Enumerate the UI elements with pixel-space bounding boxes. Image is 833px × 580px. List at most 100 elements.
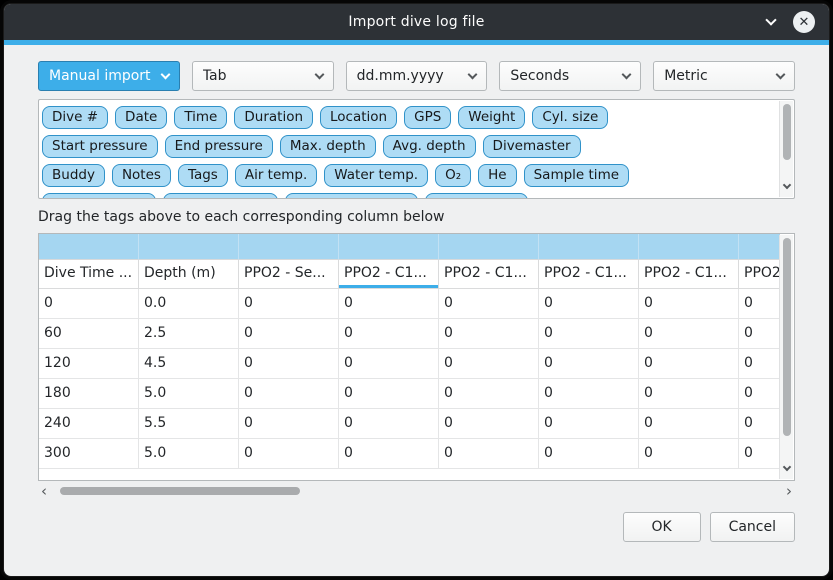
table-cell-r0-c7: 0 <box>739 289 780 319</box>
column-drop-zone-6[interactable] <box>639 234 739 260</box>
table-cell-r0-c0: 0 <box>39 289 139 319</box>
column-drop-zone-0[interactable] <box>39 234 139 260</box>
tag-dive[interactable]: Dive # <box>42 106 108 129</box>
column-header-0[interactable]: Dive Time ... <box>39 260 139 289</box>
table-cell-r0-c2: 0 <box>239 289 339 319</box>
tag-start-pressure[interactable]: Start pressure <box>42 135 158 158</box>
tag-row: Buddy Notes Tags Air temp. Water temp. O₂ He Sa… <box>42 164 774 187</box>
tag-max-depth[interactable]: Max. depth <box>280 135 376 158</box>
combo-duration-format-value: Seconds <box>510 68 569 84</box>
table-cell-r2-c1: 4.5 <box>139 349 239 379</box>
table-cell-r1-c4: 0 <box>439 319 539 349</box>
window-title: Import dive log file <box>348 14 484 30</box>
column-header-7[interactable]: PPO2 - C1... <box>739 260 780 289</box>
tag-he[interactable]: He <box>478 164 516 187</box>
column-drop-zone-4[interactable] <box>439 234 539 260</box>
combo-date-format[interactable]: dd.mm.yyyy <box>346 61 488 91</box>
combo-date-format-value: dd.mm.yyyy <box>357 68 444 84</box>
tag-date[interactable]: Date <box>115 106 167 129</box>
tag-gps[interactable]: GPS <box>404 106 451 129</box>
chevron-down-icon <box>622 70 632 80</box>
ok-button[interactable]: OK <box>623 512 701 542</box>
table-cell-r4-c2: 0 <box>239 409 339 439</box>
tag-pool-scrollbar[interactable] <box>779 101 793 197</box>
tag-avg-depth[interactable]: Avg. depth <box>383 135 476 158</box>
tag-sample-cns[interactable]: Sample CNS <box>425 193 528 199</box>
table-cell-r3-c0: 180 <box>39 379 139 409</box>
table-cell-r4-c0: 240 <box>39 409 139 439</box>
tag-o[interactable]: O₂ <box>435 164 471 187</box>
table-cell-r5-c7: 0 <box>739 439 780 469</box>
table-cell-r2-c0: 120 <box>39 349 139 379</box>
tag-row: Start pressure End pressure Max. depth Avg.… <box>42 135 774 158</box>
table-cell-r4-c4: 0 <box>439 409 539 439</box>
cancel-button[interactable]: Cancel <box>710 512 795 542</box>
combo-field-separator[interactable]: Tab <box>192 61 334 91</box>
chevron-down-icon <box>160 70 170 80</box>
table-cell-r4-c5: 0 <box>539 409 639 439</box>
table-cell-r3-c4: 0 <box>439 379 539 409</box>
tag-notes[interactable]: Notes <box>112 164 171 187</box>
titlebar[interactable]: Import dive log file ✕ <box>4 4 829 40</box>
tag-end-pressure[interactable]: End pressure <box>165 135 273 158</box>
chevron-down-icon <box>314 70 324 80</box>
table-cell-r5-c4: 0 <box>439 439 539 469</box>
combo-units-value: Metric <box>664 68 708 84</box>
scroll-right-icon[interactable]: › <box>783 484 795 498</box>
tag-sample-temp[interactable]: Sample temp. <box>163 193 278 199</box>
column-header-2[interactable]: PPO2 - Se... <box>239 260 339 289</box>
scroll-down-icon[interactable] <box>784 173 790 192</box>
tag-tags[interactable]: Tags <box>178 164 228 187</box>
table-cell-r5-c2: 0 <box>239 439 339 469</box>
chevron-down-icon <box>776 70 786 80</box>
column-header-3[interactable]: PPO2 - C1... <box>339 260 439 289</box>
table-cell-r2-c5: 0 <box>539 349 639 379</box>
horizontal-scrollbar-track[interactable] <box>50 486 783 496</box>
close-icon[interactable]: ✕ <box>793 11 815 33</box>
column-drop-zone-1[interactable] <box>139 234 239 260</box>
table-cell-r1-c1: 2.5 <box>139 319 239 349</box>
horizontal-scrollbar[interactable]: ‹ › <box>38 483 795 499</box>
tag-pool-scrollbar-thumb[interactable] <box>783 104 791 160</box>
table-cell-r4-c3: 0 <box>339 409 439 439</box>
tag-cyl-size[interactable]: Cyl. size <box>532 106 608 129</box>
table-cell-r3-c5: 0 <box>539 379 639 409</box>
column-header-5[interactable]: PPO2 - C1... <box>539 260 639 289</box>
tag-sample-depth[interactable]: Sample depth <box>42 193 156 199</box>
table-cell-r5-c0: 300 <box>39 439 139 469</box>
table-cell-r1-c6: 0 <box>639 319 739 349</box>
column-drop-zone-7[interactable] <box>739 234 780 260</box>
combo-import-mode[interactable]: Manual import <box>38 61 180 91</box>
combo-duration-format[interactable]: Seconds <box>499 61 641 91</box>
table-cell-r5-c3: 0 <box>339 439 439 469</box>
chevron-down-icon[interactable] <box>765 14 776 25</box>
table-cell-r0-c3: 0 <box>339 289 439 319</box>
table-scrollbar[interactable] <box>779 235 793 479</box>
tag-divemaster[interactable]: Divemaster <box>483 135 581 158</box>
column-header-4[interactable]: PPO2 - C1... <box>439 260 539 289</box>
tag-location[interactable]: Location <box>320 106 397 129</box>
column-drop-zone-3[interactable] <box>339 234 439 260</box>
tag-sample-time[interactable]: Sample time <box>524 164 629 187</box>
combo-units[interactable]: Metric <box>653 61 795 91</box>
column-drop-zone-2[interactable] <box>239 234 339 260</box>
table-scrollbar-thumb[interactable] <box>783 238 791 436</box>
column-header-1[interactable]: Depth (m) <box>139 260 239 289</box>
tag-air-temp[interactable]: Air temp. <box>235 164 317 187</box>
column-drop-zone-5[interactable] <box>539 234 639 260</box>
tag-duration[interactable]: Duration <box>234 106 313 129</box>
horizontal-scrollbar-thumb[interactable] <box>60 487 300 495</box>
tag-water-temp[interactable]: Water temp. <box>324 164 428 187</box>
dialog-content: Manual importTabdd.mm.yyyySecondsMetric … <box>4 45 829 576</box>
table-cell-r0-c1: 0.0 <box>139 289 239 319</box>
preview-table: Dive Time ...Depth (m)PPO2 - Se...PPO2 -… <box>38 233 795 481</box>
tag-time[interactable]: Time <box>174 106 227 129</box>
tag-weight[interactable]: Weight <box>458 106 525 129</box>
tag-sample-pressure[interactable]: Sample pressure <box>285 193 418 199</box>
combo-field-separator-value: Tab <box>203 68 227 84</box>
column-header-6[interactable]: PPO2 - C1... <box>639 260 739 289</box>
tag-buddy[interactable]: Buddy <box>42 164 105 187</box>
table-cell-r4-c1: 5.5 <box>139 409 239 439</box>
scroll-down-icon[interactable] <box>784 455 790 474</box>
scroll-left-icon[interactable]: ‹ <box>38 484 50 498</box>
